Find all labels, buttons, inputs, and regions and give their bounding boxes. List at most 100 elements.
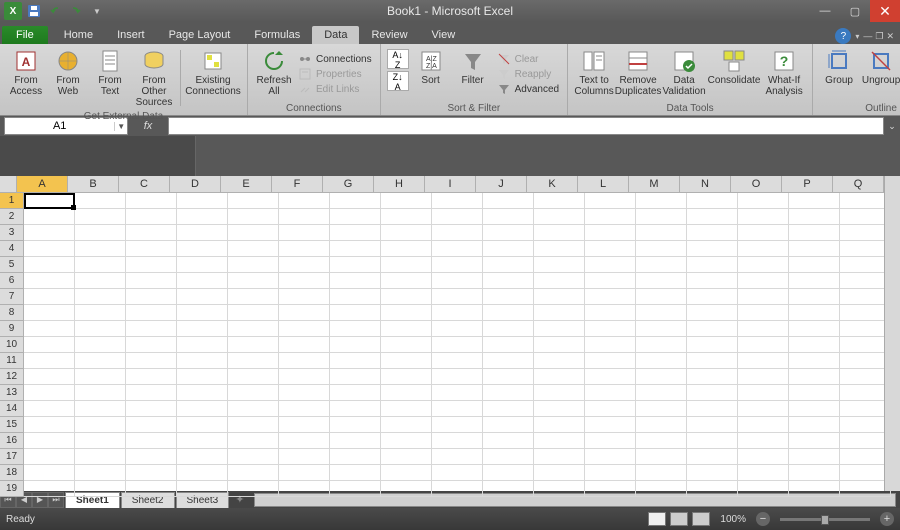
row-header[interactable]: 9 (0, 321, 24, 337)
cell[interactable] (687, 417, 738, 433)
row-header[interactable]: 16 (0, 433, 24, 449)
cell[interactable] (330, 353, 381, 369)
cell[interactable] (585, 465, 636, 481)
zoom-level[interactable]: 100% (720, 514, 746, 525)
cell[interactable] (126, 241, 177, 257)
cell[interactable] (585, 193, 636, 209)
cell[interactable] (381, 273, 432, 289)
cell[interactable] (228, 193, 279, 209)
cell[interactable] (177, 481, 228, 497)
cell[interactable] (687, 225, 738, 241)
doc-minimize-icon[interactable]: — (863, 31, 872, 42)
tab-home[interactable]: Home (52, 26, 105, 44)
doc-restore-icon[interactable]: ❐ (875, 31, 883, 42)
cell[interactable] (636, 257, 687, 273)
cell[interactable] (126, 337, 177, 353)
help-icon[interactable]: ? (835, 28, 851, 44)
column-header[interactable]: H (374, 176, 425, 193)
cell[interactable] (228, 321, 279, 337)
cell[interactable] (330, 481, 381, 497)
cell[interactable] (330, 449, 381, 465)
cell[interactable] (585, 417, 636, 433)
cell[interactable] (483, 257, 534, 273)
cell[interactable] (381, 481, 432, 497)
cell[interactable] (789, 449, 840, 465)
cell[interactable] (330, 225, 381, 241)
cell[interactable] (534, 289, 585, 305)
cell[interactable] (432, 289, 483, 305)
cell[interactable] (330, 385, 381, 401)
cell[interactable] (432, 385, 483, 401)
cell[interactable] (738, 337, 789, 353)
cell[interactable] (483, 385, 534, 401)
cell[interactable] (75, 209, 126, 225)
what-if-analysis-button[interactable]: ? What-IfAnalysis (762, 46, 806, 102)
cell[interactable] (330, 465, 381, 481)
cell[interactable] (585, 241, 636, 257)
cells-grid[interactable] (24, 193, 891, 497)
cell[interactable] (585, 209, 636, 225)
cell[interactable] (279, 417, 330, 433)
tab-page-layout[interactable]: Page Layout (157, 26, 243, 44)
sort-button[interactable]: A|ZZ|A Sort (411, 46, 451, 102)
select-all-corner[interactable] (0, 176, 17, 193)
cell[interactable] (177, 385, 228, 401)
cell[interactable] (738, 321, 789, 337)
cell[interactable] (24, 241, 75, 257)
cell[interactable] (738, 449, 789, 465)
cell[interactable] (381, 241, 432, 257)
cell[interactable] (636, 289, 687, 305)
column-header[interactable]: J (476, 176, 527, 193)
cell[interactable] (534, 401, 585, 417)
cell[interactable] (381, 209, 432, 225)
column-header[interactable]: G (323, 176, 374, 193)
cell[interactable] (279, 241, 330, 257)
cell[interactable] (279, 305, 330, 321)
cell[interactable] (738, 209, 789, 225)
cell[interactable] (585, 385, 636, 401)
cell[interactable] (279, 321, 330, 337)
cell[interactable] (534, 305, 585, 321)
cell[interactable] (738, 401, 789, 417)
cell[interactable] (483, 417, 534, 433)
row-header[interactable]: 18 (0, 465, 24, 481)
cell[interactable] (75, 417, 126, 433)
cell[interactable] (24, 289, 75, 305)
cell[interactable] (483, 321, 534, 337)
cell[interactable] (789, 305, 840, 321)
cell[interactable] (687, 481, 738, 497)
cell[interactable] (738, 305, 789, 321)
connections-button[interactable]: Connections (296, 52, 374, 67)
file-tab[interactable]: File (2, 26, 48, 44)
cell[interactable] (24, 257, 75, 273)
cell[interactable] (534, 481, 585, 497)
text-to-columns-button[interactable]: Text toColumns (574, 46, 614, 102)
cell[interactable] (687, 193, 738, 209)
cell[interactable] (432, 209, 483, 225)
cell[interactable] (636, 321, 687, 337)
cell[interactable] (483, 353, 534, 369)
cell[interactable] (330, 321, 381, 337)
cell[interactable] (24, 385, 75, 401)
doc-close-icon[interactable]: ✕ (886, 31, 894, 42)
cell[interactable] (585, 225, 636, 241)
cell[interactable] (687, 305, 738, 321)
cell[interactable] (483, 241, 534, 257)
row-header[interactable]: 8 (0, 305, 24, 321)
cell[interactable] (75, 257, 126, 273)
cell[interactable] (228, 257, 279, 273)
cell[interactable] (126, 193, 177, 209)
cell[interactable] (585, 449, 636, 465)
cell[interactable] (432, 433, 483, 449)
formula-bar-expand-icon[interactable]: ⌄ (884, 121, 900, 132)
row-header[interactable]: 3 (0, 225, 24, 241)
cell[interactable] (381, 289, 432, 305)
cell[interactable] (75, 401, 126, 417)
cell[interactable] (636, 449, 687, 465)
cell[interactable] (585, 401, 636, 417)
row-header[interactable]: 7 (0, 289, 24, 305)
cell[interactable] (279, 481, 330, 497)
zoom-out-button[interactable]: − (756, 512, 770, 526)
cell[interactable] (687, 385, 738, 401)
cell[interactable] (789, 321, 840, 337)
